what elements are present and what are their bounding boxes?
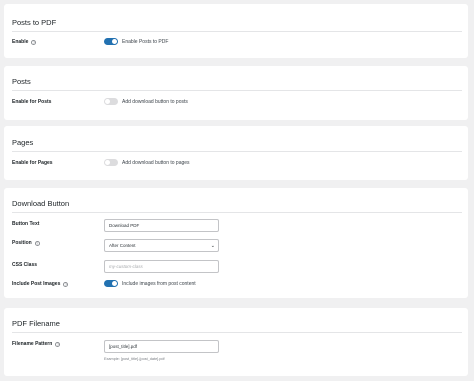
toggle-knob: [105, 160, 110, 165]
enable-for-posts-label: Enable for Posts: [12, 99, 52, 105]
pdf-filename-title: PDF Filename: [12, 319, 60, 328]
enable-for-pages-label: Enable for Pages: [12, 160, 53, 166]
divider: [12, 151, 462, 152]
chevron-down-icon: ⌄: [210, 243, 215, 249]
enable-posts-to-pdf-toggle[interactable]: [104, 38, 118, 45]
filename-pattern-input[interactable]: [post_title].pdf: [104, 340, 219, 353]
divider: [12, 31, 462, 32]
download-button-title: Download Button: [12, 199, 70, 208]
css-class-label: CSS Class: [12, 262, 38, 268]
help-icon[interactable]: ?: [55, 341, 61, 347]
filename-pattern-hint: Example: [post_title]-[post_date].pdf: [104, 357, 165, 361]
toggle-knob: [112, 39, 117, 44]
help-icon[interactable]: ?: [31, 39, 37, 45]
position-select[interactable]: After Content ⌄: [104, 239, 219, 252]
position-label-row: Position ?: [12, 240, 40, 246]
posts-to-pdf-card: Posts to PDF Enable ? Enable Posts to PD…: [4, 4, 468, 58]
button-text-label: Button Text: [12, 221, 40, 227]
pdf-filename-card: PDF Filename Filename Pattern ? [post_ti…: [4, 308, 468, 376]
posts-title: Posts: [12, 77, 31, 86]
css-class-input[interactable]: my-custom-class: [104, 260, 219, 273]
enable-for-posts-toggle[interactable]: [104, 98, 118, 105]
position-label: Position: [12, 240, 32, 246]
include-images-label-row: Include Post Images ?: [12, 281, 69, 287]
button-text-input[interactable]: Download PDF: [104, 219, 219, 232]
filename-pattern-label: Filename Pattern: [12, 341, 53, 347]
include-images-label: Include Post Images: [12, 281, 61, 287]
enable-label: Enable: [12, 39, 29, 45]
enable-for-pages-toggle-label: Add download button to pages: [122, 160, 190, 166]
toggle-knob: [112, 281, 117, 286]
include-images-toggle[interactable]: [104, 280, 118, 287]
enable-label-row: Enable ?: [12, 39, 37, 45]
toggle-knob: [105, 99, 110, 104]
enable-for-posts-toggle-label: Add download button to posts: [122, 99, 188, 105]
help-icon[interactable]: ?: [63, 281, 69, 287]
posts-card: Posts Enable for Posts Add download butt…: [4, 66, 468, 120]
posts-to-pdf-title: Posts to PDF: [12, 18, 57, 27]
enable-posts-to-pdf-label: Enable Posts to PDF: [122, 39, 169, 45]
position-select-value: After Content: [109, 243, 136, 248]
pages-card: Pages Enable for Pages Add download butt…: [4, 126, 468, 180]
divider: [12, 332, 462, 333]
download-button-card: Download Button Button Text Download PDF…: [4, 188, 468, 298]
divider: [12, 90, 462, 91]
pages-title: Pages: [12, 138, 34, 147]
include-images-toggle-label: Include images from post content: [122, 281, 196, 287]
filename-pattern-label-row: Filename Pattern ?: [12, 341, 61, 347]
divider: [12, 212, 462, 213]
help-icon[interactable]: ?: [34, 240, 40, 246]
enable-for-pages-toggle[interactable]: [104, 159, 118, 166]
